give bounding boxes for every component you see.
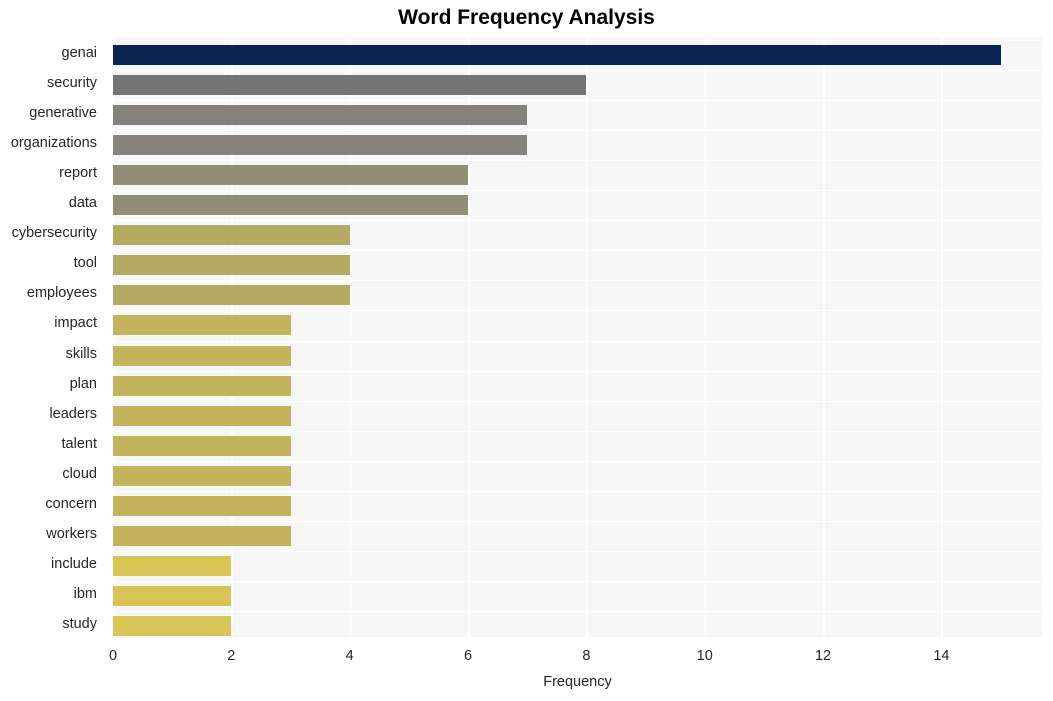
bar[interactable] [113, 435, 291, 456]
bar[interactable] [113, 285, 350, 306]
gridline-horizontal [113, 490, 1042, 492]
gridline-horizontal [113, 370, 1042, 372]
gridline-horizontal [113, 250, 1042, 252]
y-axis-tick-label: organizations [10, 135, 97, 152]
y-axis-tick-label: talent [61, 435, 97, 452]
gridline-horizontal [113, 430, 1042, 432]
gridline-vertical [941, 37, 943, 638]
gridline-vertical [468, 37, 470, 638]
gridline-horizontal [113, 70, 1042, 72]
gridline-horizontal [113, 310, 1042, 312]
y-axis-tick-label: plan [69, 375, 97, 392]
bar[interactable] [113, 525, 291, 546]
chart-title: Word Frequency Analysis [398, 6, 655, 29]
bar[interactable] [113, 75, 587, 96]
bar[interactable] [113, 315, 291, 336]
x-axis-tick-label: 10 [696, 648, 713, 664]
bar[interactable] [113, 45, 1001, 66]
y-axis-tick-label: cybersecurity [11, 225, 97, 242]
bar[interactable] [113, 495, 291, 516]
bar[interactable] [113, 195, 469, 216]
x-axis-tick-label: 4 [345, 648, 354, 664]
y-axis-tick-label: workers [46, 525, 97, 542]
gridline-vertical [349, 37, 352, 638]
y-axis-tick-label: cloud [62, 465, 97, 482]
plot-area [113, 37, 1042, 638]
gridline-vertical [823, 37, 825, 638]
gridline-horizontal [113, 340, 1042, 342]
y-axis-tick-label: generative [29, 105, 97, 122]
gridline-horizontal [113, 400, 1042, 402]
bar[interactable] [113, 225, 350, 246]
bar[interactable] [113, 375, 291, 396]
bar[interactable] [113, 255, 350, 276]
gridline-horizontal [113, 130, 1042, 132]
y-axis-tick-label: include [51, 555, 97, 572]
x-axis-tick-label: 6 [463, 648, 473, 664]
y-axis-tick-label: concern [45, 495, 97, 512]
y-axis-tick-label: genai [61, 45, 97, 62]
gridline-vertical [113, 37, 115, 638]
y-axis-tick-label: study [62, 615, 97, 632]
bar[interactable] [113, 345, 291, 366]
x-axis-tick-label: 8 [582, 648, 591, 664]
bar[interactable] [113, 615, 232, 636]
bar[interactable] [113, 165, 469, 186]
y-axis-labels: genai security generative organizations repo… [0, 37, 105, 638]
bar[interactable] [113, 135, 528, 156]
gridline-horizontal [113, 610, 1042, 612]
bar[interactable] [113, 555, 232, 576]
gridline-vertical [704, 37, 707, 638]
x-axis-title: Frequency [543, 674, 612, 690]
y-axis-tick-label: leaders [49, 405, 97, 422]
gridline-vertical [231, 37, 233, 638]
y-axis-tick-label: data [68, 195, 97, 212]
gridline-horizontal [113, 460, 1042, 462]
gridline-horizontal [113, 580, 1042, 582]
word-frequency-chart: Word Frequency Analysis genai security gen… [0, 0, 1053, 701]
bar[interactable] [113, 105, 528, 126]
gridline-horizontal [113, 160, 1042, 162]
y-axis-tick-label: ibm [73, 585, 97, 602]
gridline-horizontal [113, 190, 1042, 192]
gridline-horizontal [113, 520, 1042, 522]
gridline-horizontal [113, 100, 1042, 102]
gridline-vertical [586, 37, 588, 638]
y-axis-tick-label: security [47, 75, 97, 92]
x-axis-tick-label: 14 [933, 648, 950, 664]
bar[interactable] [113, 405, 291, 426]
gridline-horizontal [113, 40, 1042, 41]
gridline-horizontal [113, 550, 1042, 552]
x-axis-tick-label: 12 [814, 648, 832, 664]
y-axis-tick-label: report [59, 165, 97, 182]
y-axis-tick-label: employees [26, 285, 97, 302]
gridline-horizontal [113, 280, 1042, 282]
x-axis-tick-label: 0 [108, 648, 118, 664]
x-axis-tick-label: 2 [227, 648, 236, 664]
bar[interactable] [113, 585, 232, 606]
y-axis-tick-label: impact [54, 315, 97, 332]
y-axis-tick-label: tool [73, 255, 97, 272]
bar[interactable] [113, 465, 291, 486]
gridline-horizontal [113, 220, 1042, 222]
gridline-horizontal [113, 637, 1042, 638]
y-axis-tick-label: skills [65, 345, 97, 362]
